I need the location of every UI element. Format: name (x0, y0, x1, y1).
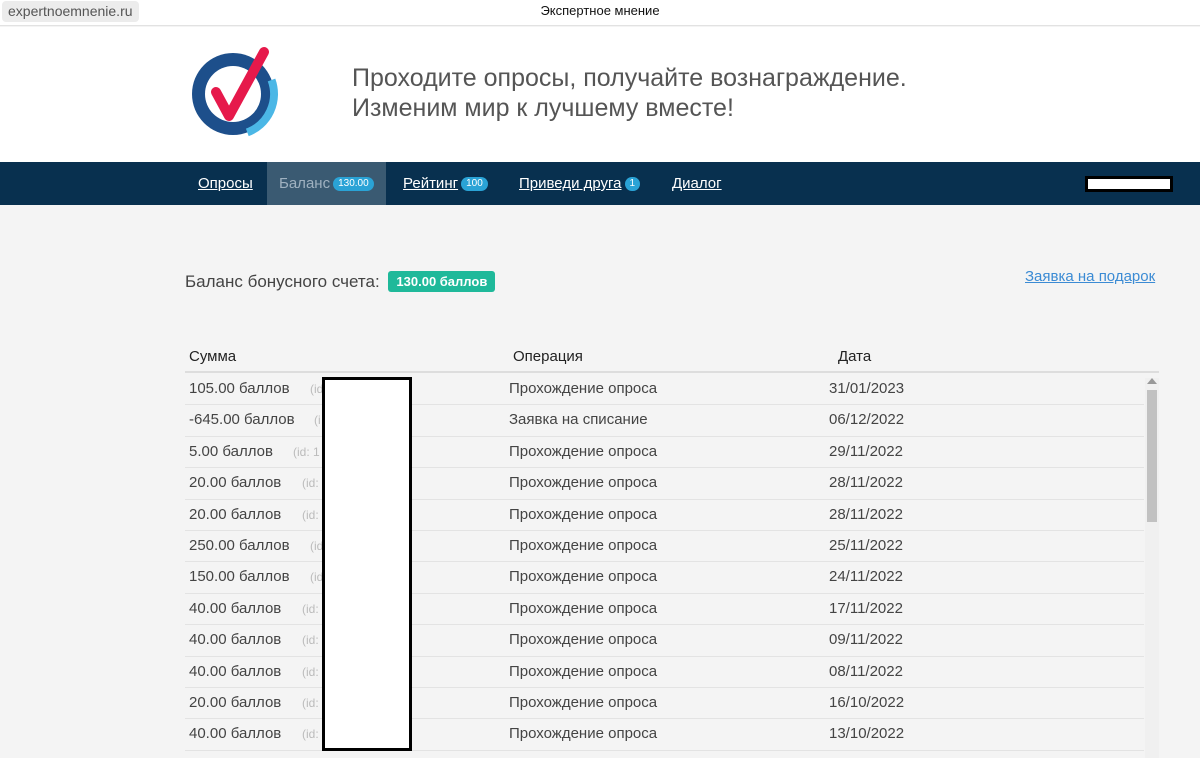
date-cell: 17/11/2022 (829, 599, 903, 617)
operation-cell: Прохождение опроса (509, 599, 658, 617)
balance-nav-badge: 130.00 (333, 177, 374, 191)
nav-surveys[interactable]: Опросы (198, 162, 253, 205)
operation-cell: Прохождение опроса (509, 474, 658, 492)
operation-cell: Прохождение опроса (509, 442, 658, 460)
date-cell: 13/10/2022 (829, 725, 905, 743)
amount-cell: 40.00 баллов (189, 662, 282, 680)
date-cell: 29/11/2022 (829, 442, 903, 460)
tagline: Проходите опросы, получайте вознагражден… (352, 63, 907, 123)
date-cell: 16/10/2022 (829, 693, 905, 711)
nav-rating[interactable]: Рейтинг 100 (403, 162, 488, 205)
id-cell: (id: (302, 476, 319, 491)
operation-cell: Прохождение опроса (509, 693, 658, 711)
scroll-up-icon[interactable] (1147, 378, 1157, 384)
date-cell: 06/12/2022 (829, 411, 905, 429)
date-cell: 09/11/2022 (829, 631, 903, 649)
date-cell: 28/11/2022 (829, 474, 903, 492)
nav-refer-friend[interactable]: Приведи друга 1 (519, 162, 641, 205)
tagline-line-2: Изменим мир к лучшему вместе! (352, 94, 734, 122)
date-cell: 28/11/2022 (829, 505, 903, 523)
amount-cell: 250.00 баллов (189, 536, 290, 554)
operation-cell: Прохождение опроса (509, 380, 658, 397)
operation-cell: Прохождение опроса (509, 662, 658, 680)
nav-dialog[interactable]: Диалог (672, 162, 722, 205)
operation-cell: Прохождение опроса (509, 536, 658, 554)
amount-cell: 20.00 баллов (189, 693, 282, 711)
balance-summary: Баланс бонусного счета: 130.00 баллов (185, 271, 496, 292)
id-cell: (i (314, 413, 321, 428)
amount-cell: 20.00 баллов (189, 474, 282, 492)
site-header: Проходите опросы, получайте вознагражден… (0, 27, 1200, 162)
operation-cell: Прохождение опроса (509, 505, 658, 523)
amount-cell: 105.00 баллов (189, 380, 290, 397)
tagline-line-1: Проходите опросы, получайте вознагражден… (352, 64, 907, 92)
header-amount: Сумма (189, 348, 237, 365)
balance-value-badge: 130.00 баллов (388, 271, 496, 292)
scroll-thumb[interactable] (1147, 390, 1157, 522)
amount-cell: 150.00 баллов (189, 568, 290, 586)
header-date: Дата (838, 348, 872, 365)
header-operation: Операция (513, 348, 583, 365)
date-cell: 31/01/2023 (829, 380, 905, 397)
amount-cell: 40.00 баллов (189, 599, 282, 617)
amount-cell: 40.00 баллов (189, 631, 282, 649)
main-nav: Опросы Баланс 130.00 Рейтинг 100 Приведи д… (0, 162, 1200, 205)
browser-bar: expertnoemnenie.ru Экспертное мнение (0, 0, 1200, 26)
nav-balance[interactable]: Баланс 130.00 (267, 162, 386, 205)
gift-request-link[interactable]: Заявка на подарок (1025, 268, 1155, 285)
amount-cell: 5.00 баллов (189, 442, 273, 460)
date-cell: 25/11/2022 (829, 536, 903, 554)
id-cell: (id: (302, 727, 319, 742)
id-cell: (id: (302, 633, 319, 648)
operation-cell: Прохождение опроса (509, 568, 658, 586)
id-cell: (id: (302, 507, 319, 522)
rating-nav-badge: 100 (461, 177, 488, 191)
browser-title: Экспертное мнение (540, 3, 660, 18)
refer-nav-badge: 1 (624, 177, 641, 191)
redacted-id-column (322, 377, 412, 751)
operation-cell: Прохождение опроса (509, 631, 658, 649)
id-cell: (id: (302, 695, 319, 710)
operation-cell: Прохождение опроса (509, 725, 658, 743)
user-menu-redacted[interactable] (1085, 176, 1173, 192)
date-cell: 08/11/2022 (829, 662, 903, 680)
main-content: Баланс бонусного счета: 130.00 баллов За… (0, 205, 1200, 758)
logo-icon[interactable] (186, 44, 282, 140)
operation-cell: Заявка на списание (509, 411, 648, 429)
id-cell: (id: 1 (293, 444, 320, 459)
id-cell: (id: (302, 664, 319, 679)
id-cell: (id: (302, 601, 319, 616)
amount-cell: 40.00 баллов (189, 725, 282, 743)
amount-cell: -645.00 баллов (189, 411, 295, 429)
balance-label: Баланс бонусного счета: (185, 272, 380, 291)
table-header: Сумма Операция Дата (185, 345, 1159, 373)
date-cell: 24/11/2022 (829, 568, 903, 586)
amount-cell: 20.00 баллов (189, 505, 282, 523)
table-scrollbar[interactable] (1145, 378, 1159, 758)
